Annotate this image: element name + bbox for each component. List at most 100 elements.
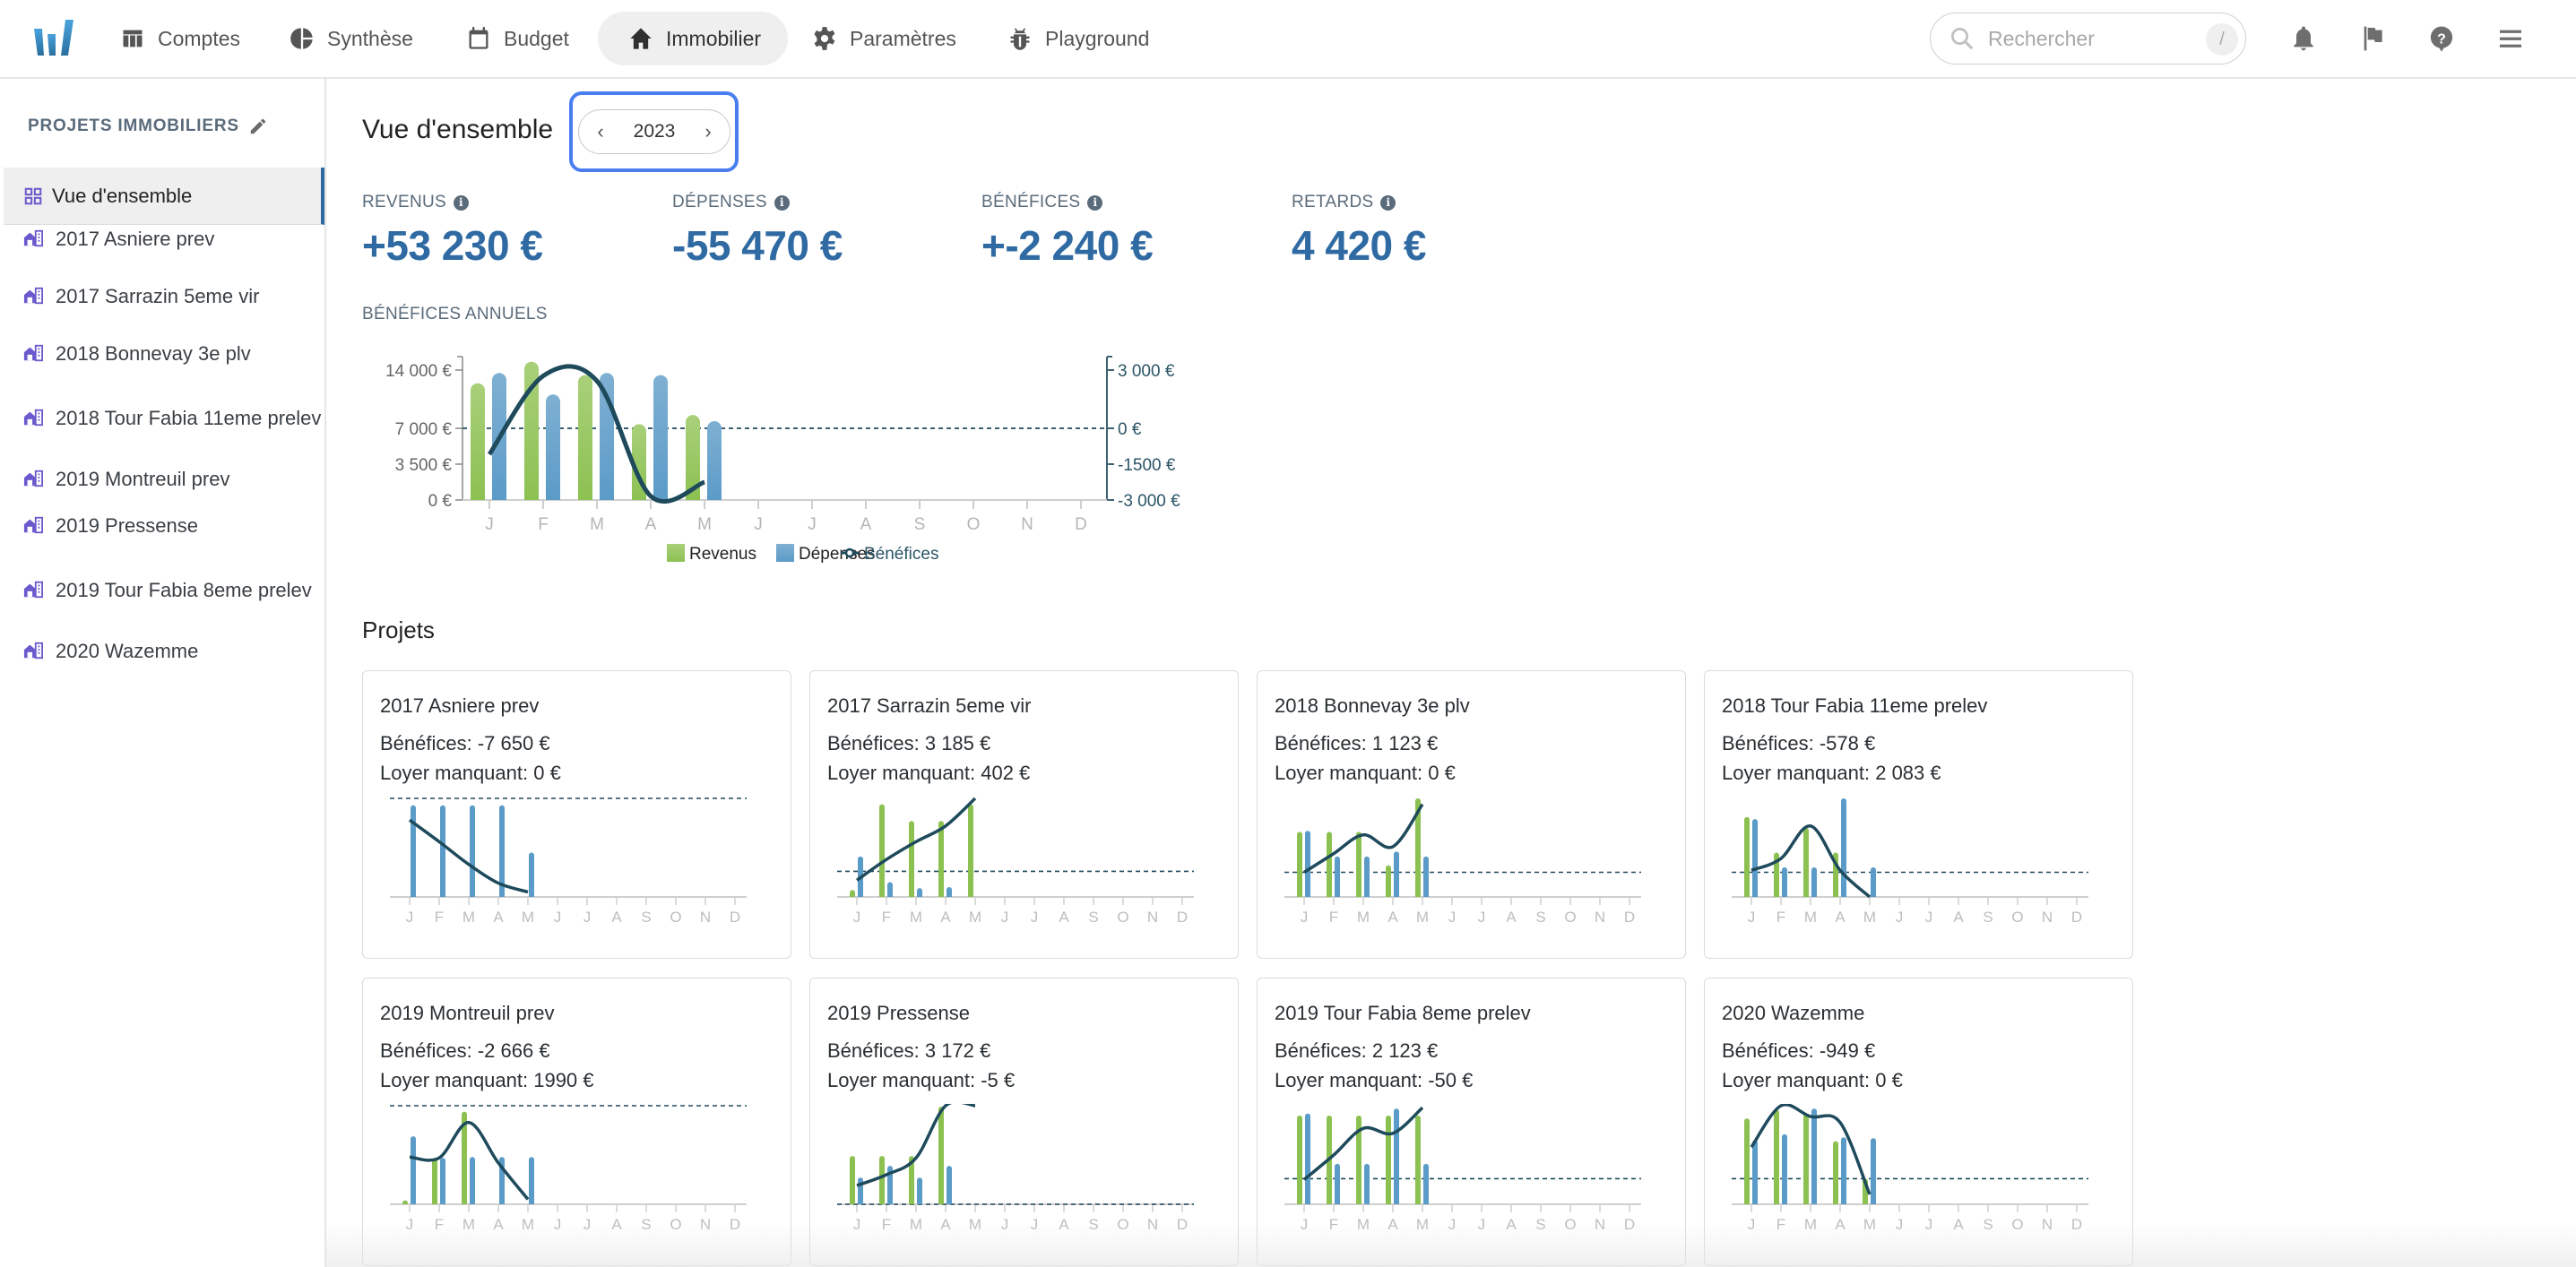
revenus-bar[interactable] (471, 383, 485, 500)
mini-x-tick-label: A (940, 1216, 951, 1233)
mini-benefices-line (1302, 1106, 1424, 1181)
mini-revenus-bar (1327, 832, 1332, 897)
legend-label: Bénéfices (864, 545, 938, 564)
previous-year-button[interactable]: ‹ (592, 120, 609, 143)
mini-depenses-bar (917, 1177, 922, 1204)
sidebar-item[interactable]: 2020 Wazemme (4, 624, 324, 677)
app-logo[interactable] (32, 18, 75, 57)
nav-parametres[interactable]: Paramètres (782, 12, 983, 65)
nav-synthese[interactable]: Synthèse (259, 12, 440, 65)
mini-x-tick-label: D (1177, 1216, 1188, 1233)
mini-x-tick-label: N (700, 1216, 711, 1233)
x-axis-tick-label: J (754, 515, 763, 534)
year-value: 2023 (633, 121, 676, 142)
mini-revenus-bar (968, 804, 973, 897)
left-axis-tick-label: 14 000 € (385, 362, 452, 381)
sidebar-item-label: 2019 Tour Fabia 8eme prelev (56, 578, 312, 601)
mini-x-tick-label: J (1478, 1216, 1486, 1233)
info-icon[interactable]: i (1087, 194, 1103, 211)
mini-benefices-line (1750, 1104, 1871, 1195)
mini-depenses-bar (1305, 831, 1310, 897)
kpi-revenus: REVENUS i +53 230 € (362, 193, 543, 270)
x-axis-tick-label: M (590, 515, 604, 534)
mini-x-tick-label: A (611, 909, 622, 926)
depenses-bar[interactable] (653, 375, 668, 500)
mini-x-tick-label: O (1117, 1216, 1128, 1233)
sidebar-item[interactable]: 2017 Asniere prev (4, 211, 324, 265)
nav-budget[interactable]: Budget (436, 12, 596, 65)
benefices-line[interactable] (487, 364, 705, 504)
info-icon[interactable]: i (774, 194, 790, 211)
depenses-bar[interactable] (546, 394, 560, 500)
project-card[interactable]: 2020 Wazemme Bénéfices: -949 € Loyer manqu… (1704, 978, 2133, 1266)
notifications-button[interactable] (2288, 23, 2319, 54)
mini-x-tick-label: M (522, 1216, 534, 1233)
info-icon[interactable]: i (1380, 194, 1396, 211)
flag-icon (2364, 26, 2382, 51)
legend-item-depenses[interactable]: Dépenses (776, 544, 876, 564)
mini-x-tick-label: J (1001, 909, 1009, 926)
nav-playground[interactable]: Playground (977, 12, 1176, 65)
revenus-bar[interactable] (578, 375, 592, 500)
pencil-icon[interactable] (248, 116, 268, 136)
help-icon: ? (2430, 26, 2453, 52)
project-mini-chart: JFMAMJJASOND (1284, 798, 1641, 926)
mini-depenses-bar (411, 1136, 416, 1204)
mini-x-tick-label: M (1804, 909, 1817, 926)
sidebar-item[interactable]: 2017 Sarrazin 5eme vir (4, 269, 324, 323)
nav-immobilier[interactable]: Immobilier (598, 12, 789, 65)
sidebar-item[interactable]: 2019 Tour Fabia 8eme prelev (4, 556, 324, 624)
year-selector[interactable]: ‹ 2023 › (578, 109, 730, 154)
nav-comptes[interactable]: Comptes (90, 12, 267, 65)
mini-revenus-bar (1774, 1109, 1779, 1204)
mini-x-tick-label: J (1031, 1216, 1039, 1233)
mini-x-tick-label: M (910, 909, 922, 926)
sidebar-item[interactable]: 2019 Pressense (4, 498, 324, 552)
project-card[interactable]: 2019 Montreuil prev Bénéfices: -2 666 € Lo… (362, 978, 791, 1266)
project-card[interactable]: 2019 Tour Fabia 8eme prelev Bénéfices: 2 … (1257, 978, 1686, 1266)
mini-x-tick-label: J (1925, 909, 1933, 926)
left-axis-tick-label: 0 € (428, 492, 453, 511)
legend-item-revenus[interactable]: Revenus (667, 544, 756, 564)
mini-x-tick-label: A (1387, 909, 1398, 926)
x-axis-tick-label: N (1021, 515, 1033, 534)
x-axis-tick-label: J (485, 515, 494, 534)
mini-x-tick-label: M (1416, 909, 1429, 926)
mini-x-tick-label: A (493, 909, 504, 926)
mini-x-tick-label: M (1863, 1216, 1876, 1233)
mini-x-tick-label: D (1624, 909, 1635, 926)
mini-benefices-line (1750, 824, 1871, 899)
depenses-bar[interactable] (707, 421, 722, 500)
nav-immobilier-label: Immobilier (666, 26, 762, 50)
kpi-value: 4 420 € (1292, 222, 1426, 269)
search-shortcut-hint: / (2206, 23, 2238, 56)
search-input[interactable] (1988, 26, 2203, 51)
project-mini-chart: JFMAMJJASOND (1732, 1104, 2088, 1233)
project-card[interactable]: 2018 Tour Fabia 11eme prelev Bénéfices: -… (1704, 670, 2133, 959)
project-card[interactable]: 2019 Pressense Bénéfices: 3 172 € Loyer ma… (809, 978, 1239, 1266)
mini-x-tick-label: F (1329, 1216, 1338, 1233)
flag-button[interactable] (2357, 23, 2388, 54)
next-year-button[interactable]: › (699, 120, 717, 143)
project-card[interactable]: 2018 Bonnevay 3e plv Bénéfices: 1 123 € Lo… (1257, 670, 1686, 959)
project-card-title: 2017 Sarrazin 5eme vir (827, 694, 1032, 717)
sidebar-heading: PROJETS IMMOBILIERS (28, 116, 268, 136)
help-button[interactable]: ? (2426, 23, 2457, 54)
building-icon (23, 229, 43, 247)
right-axis-tick-label: -1500 € (1118, 456, 1176, 475)
project-card[interactable]: 2017 Asniere prev Bénéfices: -7 650 € Loye… (362, 670, 791, 959)
project-card[interactable]: 2017 Sarrazin 5eme vir Bénéfices: 3 185 €… (809, 670, 1239, 959)
main-menu-button[interactable] (2495, 23, 2526, 54)
sidebar-item[interactable]: 2018 Tour Fabia 11eme prelev (4, 384, 324, 452)
mini-x-tick-label: J (583, 909, 592, 926)
mini-x-tick-label: N (1595, 1216, 1605, 1233)
mini-x-tick-label: N (2042, 1216, 2053, 1233)
sidebar-item[interactable]: 2019 Montreuil prev (4, 452, 324, 505)
sidebar-item[interactable]: 2018 Bonnevay 3e plv (4, 326, 324, 380)
mini-x-tick-label: M (910, 1216, 922, 1233)
info-icon[interactable]: i (453, 194, 469, 211)
mini-x-tick-label: J (554, 909, 562, 926)
search-box[interactable]: / (1930, 13, 2246, 65)
project-mini-chart: JFMAMJJASOND (837, 1104, 1194, 1233)
mini-x-tick-label: D (2071, 909, 2082, 926)
